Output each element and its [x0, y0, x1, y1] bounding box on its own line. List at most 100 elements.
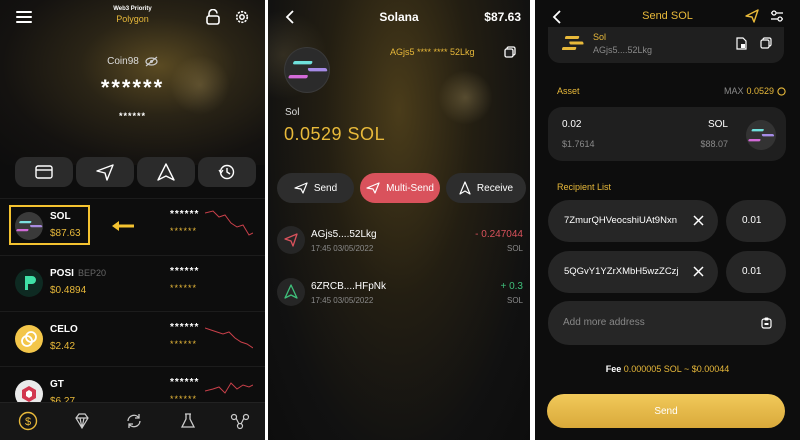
account-row: Coin98 [0, 56, 265, 67]
token-detail-screen: Solana $87.63 AGjs5 **** **** 52Lkg Sol … [268, 0, 530, 440]
max-radio-icon [777, 86, 786, 96]
paste-clipboard-icon[interactable] [761, 317, 772, 329]
coin-symbol: CELO [50, 324, 78, 335]
tx-amount: - 0.247044 [475, 229, 523, 240]
qr-paste-icon[interactable] [735, 37, 747, 50]
pointer-arrow-icon [112, 221, 134, 231]
send-label: Send [313, 182, 338, 194]
clear-x-icon[interactable] [693, 215, 704, 226]
receive-button[interactable]: Receive [446, 173, 526, 203]
recipient-address: 7ZmurQHVeocshiUAt9Nxn [564, 215, 677, 226]
settings-sliders-icon[interactable] [770, 9, 784, 23]
copy-icon[interactable] [760, 37, 772, 49]
tx-time: 17:45 03/05/2022 [311, 244, 374, 253]
asset-label: Asset [557, 86, 580, 96]
total-balance-hidden: ****** [100, 75, 165, 100]
amount-usd: $1.7614 [562, 139, 595, 149]
coin-value-hidden: ****** [170, 226, 198, 236]
recipient-address-field[interactable]: 7ZmurQHVeocshiUAt9Nxn [548, 200, 718, 242]
coin-symbol: GT [50, 379, 64, 390]
posi-logo-icon [15, 269, 43, 297]
transaction-row[interactable]: 6ZRCB....HFpNk 17:45 03/05/2022 + 0.3 SO… [268, 268, 530, 320]
send-button[interactable] [76, 157, 134, 187]
network-selector[interactable]: Web3 Priority Polygon [80, 6, 185, 24]
fee-label: Fee [605, 364, 622, 374]
from-wallet-card[interactable]: Sol AGjs5....52Lkg [548, 27, 784, 63]
amount-input[interactable]: 0.02 [562, 119, 581, 130]
send-sol-screen: Send SOL Sol AGjs5....52Lkg Asset MAX 0.… [535, 0, 800, 440]
network-name: Polygon [116, 14, 149, 24]
recipient-amount: 0.01 [742, 215, 762, 226]
coin-row-celo[interactable]: CELO $2.42 ****** ****** [0, 311, 265, 368]
header-value: $87.63 [484, 10, 521, 24]
account-name: Coin98 [107, 56, 139, 67]
max-control[interactable]: MAX 0.0529 [724, 86, 786, 96]
multi-send-icon[interactable] [745, 9, 759, 23]
nav-swap-icon[interactable] [124, 411, 144, 431]
asset-logo-icon[interactable] [746, 120, 776, 150]
send-button[interactable]: Send [277, 173, 354, 203]
wallet-card-button[interactable] [15, 157, 73, 187]
coin-balance-hidden: ****** [170, 209, 200, 220]
celo-logo-icon [15, 325, 43, 353]
clear-x-icon[interactable] [693, 266, 704, 277]
sol-logo-icon [562, 34, 584, 52]
sub-balance-hidden: ****** [118, 111, 146, 121]
token-balance: 0.0529 SOL [284, 124, 386, 144]
menu-icon[interactable] [16, 10, 32, 24]
send-icon [294, 182, 308, 194]
recipient-address: 5QGvY1YZrXMbH5wzZCzj [564, 266, 679, 277]
wallet-address: AGjs5 **** **** 52Lkg [390, 47, 475, 57]
outgoing-arrow-icon [277, 226, 305, 254]
coin-balance-hidden: ****** [170, 322, 200, 333]
nav-lab-flask-icon[interactable] [178, 411, 198, 431]
receive-label: Receive [476, 182, 514, 194]
max-value: 0.0529 [746, 86, 774, 96]
recipient-list-label: Recipient List [557, 182, 612, 192]
recipient-amount-field[interactable]: 0.01 [726, 251, 786, 293]
tx-unit: SOL [506, 296, 523, 305]
coin-price: $2.42 [50, 341, 76, 352]
recipient-address-field[interactable]: 5QGvY1YZrXMbH5wzZCzj [548, 251, 718, 293]
transaction-row[interactable]: AGjs5....52Lkg 17:45 03/05/2022 - 0.2470… [268, 216, 530, 268]
settings-gear-icon[interactable] [234, 9, 250, 25]
receive-button[interactable] [137, 157, 195, 187]
wallet-home-screen: Web3 Priority Polygon Coin98 ****** ****… [0, 0, 265, 440]
receive-icon [459, 181, 471, 195]
coin-price: $0.4894 [50, 285, 87, 296]
multi-send-button[interactable]: Multi-Send [360, 173, 440, 203]
sparkline-icon [205, 382, 253, 394]
add-address-field[interactable]: Add more address [548, 301, 786, 345]
nav-wallet-dollar-icon[interactable]: $ [18, 411, 38, 431]
send-button[interactable]: Send [547, 394, 785, 428]
screen-title: Send SOL [642, 10, 693, 22]
fee-value: 0.000005 SOL ~ $0.00044 [623, 364, 730, 374]
tx-time: 17:45 03/05/2022 [311, 296, 374, 305]
recipient-amount-field[interactable]: 0.01 [726, 200, 786, 242]
bottom-navigation: $ [0, 402, 265, 440]
multi-send-icon [366, 182, 380, 194]
coin-value-hidden: ****** [170, 339, 198, 349]
tx-address: AGjs5....52Lkg [311, 229, 377, 240]
network-caption: Web3 Priority [113, 6, 152, 12]
lock-icon[interactable] [206, 9, 220, 25]
asset-amount-card[interactable]: 0.02 $1.7614 SOL $88.07 [548, 107, 786, 161]
highlight-box [9, 205, 90, 245]
svg-text:$: $ [25, 416, 31, 428]
max-label: MAX [723, 86, 744, 96]
sparkline-icon [205, 327, 253, 349]
coin-row-posi[interactable]: POSI BEP20 $0.4894 ****** ****** [0, 255, 265, 312]
token-logo-icon [285, 48, 329, 92]
nav-diamond-icon[interactable] [72, 411, 92, 431]
history-button[interactable] [198, 157, 256, 187]
coin-balance-hidden: ****** [170, 266, 200, 277]
from-token: Sol [593, 32, 607, 42]
coin-value-hidden: ****** [170, 283, 198, 293]
eye-off-icon[interactable] [145, 56, 158, 67]
token-label: Sol [285, 107, 300, 118]
nav-network-icon[interactable] [230, 411, 250, 431]
asset-price-usd: $88.07 [700, 139, 728, 149]
tx-amount: + 0.3 [500, 281, 523, 292]
recipient-amount: 0.01 [742, 266, 762, 277]
copy-icon[interactable] [504, 46, 516, 58]
